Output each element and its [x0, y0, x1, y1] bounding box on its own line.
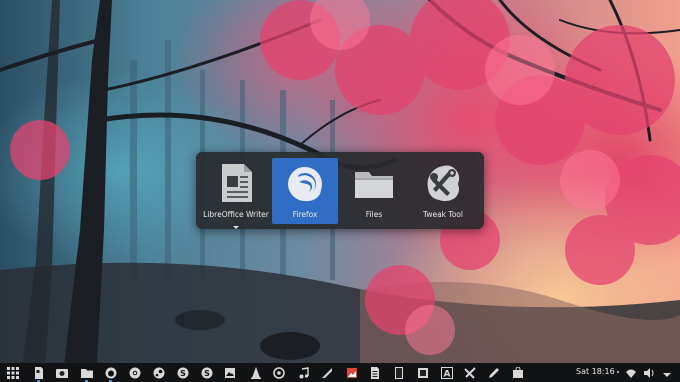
- volume-status[interactable]: [642, 366, 655, 379]
- switcher-app-libreoffice-writer[interactable]: LibreOffice Writer: [203, 158, 269, 229]
- terminal-icon: [394, 366, 403, 379]
- inkscape-icon: [321, 367, 332, 378]
- wifi-status[interactable]: [624, 366, 637, 379]
- photo-icon: [346, 367, 357, 378]
- taskbar-files[interactable]: [80, 366, 93, 382]
- wifi-icon: [625, 369, 636, 378]
- skype-icon: S: [201, 367, 212, 378]
- svg-text:A: A: [443, 369, 450, 379]
- notification-dot: [616, 370, 619, 373]
- firefox-icon: [288, 166, 322, 202]
- libreoffice-writer-icon: [222, 164, 252, 202]
- document-icon: [370, 366, 379, 379]
- firefox-icon: [105, 367, 116, 378]
- switcher-app-tweak-tool[interactable]: Tweak Tool: [410, 158, 476, 224]
- app-switcher: LibreOffice Writer Firefox Files Tweak T…: [196, 152, 484, 229]
- taskbar-photo[interactable]: [345, 366, 358, 379]
- taskbar-image-viewer[interactable]: [223, 366, 236, 379]
- text-editor-icon: A: [440, 366, 453, 379]
- tweak-tool-icon: [427, 165, 460, 202]
- multiple-windows-indicator-icon: [233, 226, 239, 229]
- power-icon: [662, 372, 671, 377]
- taskbar-writer[interactable]: [32, 366, 45, 382]
- taskbar-text[interactable]: A: [440, 366, 453, 379]
- screenshot-icon: [55, 368, 68, 378]
- taskbar-skype[interactable]: S: [176, 366, 189, 379]
- taskbar-terminal[interactable]: [392, 366, 405, 379]
- taskbar-inkscape[interactable]: [320, 366, 333, 379]
- taskbar-firefox[interactable]: [104, 366, 117, 382]
- music-icon: [299, 366, 309, 378]
- taskbar-software[interactable]: [511, 366, 524, 379]
- app-grid-icon: [6, 366, 19, 379]
- font-viewer-icon: [417, 367, 428, 378]
- files-icon: [80, 368, 93, 378]
- taskbar-chrome[interactable]: [128, 366, 141, 379]
- settings-icon: [272, 366, 285, 379]
- vlc-icon: [250, 366, 261, 379]
- app-grid-button[interactable]: [6, 366, 19, 379]
- files-folder-icon: [355, 172, 393, 198]
- skype-icon: S: [177, 367, 188, 378]
- steam-icon: [153, 367, 164, 378]
- image-viewer-icon: [224, 367, 235, 378]
- taskbar-font-viewer[interactable]: [416, 366, 429, 379]
- taskbar-screenshot[interactable]: [55, 366, 68, 379]
- taskbar-editor[interactable]: [487, 366, 500, 379]
- volume-icon: [643, 367, 653, 378]
- taskbar-settings[interactable]: [272, 366, 285, 379]
- power-menu[interactable]: [660, 366, 673, 379]
- svg-text:S: S: [180, 369, 186, 378]
- taskbar-skype[interactable]: S: [200, 366, 213, 379]
- switcher-app-firefox[interactable]: Firefox: [272, 158, 338, 224]
- clock[interactable]: Sat 18:16: [576, 367, 619, 376]
- writer-icon: [34, 366, 43, 379]
- software-icon: [512, 366, 523, 378]
- tweak-icon: [463, 366, 476, 379]
- taskbar-music[interactable]: [297, 366, 310, 379]
- taskbar-document[interactable]: [368, 366, 381, 379]
- svg-text:S: S: [204, 369, 210, 378]
- taskbar-steam[interactable]: [152, 366, 165, 379]
- taskbar-vlc[interactable]: [249, 366, 262, 379]
- taskbar-tweak[interactable]: [463, 366, 476, 379]
- taskbar: S S A Sat 18:16: [0, 363, 680, 382]
- switcher-app-label: Tweak Tool: [423, 210, 463, 219]
- pencil-icon: [488, 367, 499, 378]
- switcher-app-files[interactable]: Files: [341, 158, 407, 224]
- chrome-icon: [129, 367, 140, 378]
